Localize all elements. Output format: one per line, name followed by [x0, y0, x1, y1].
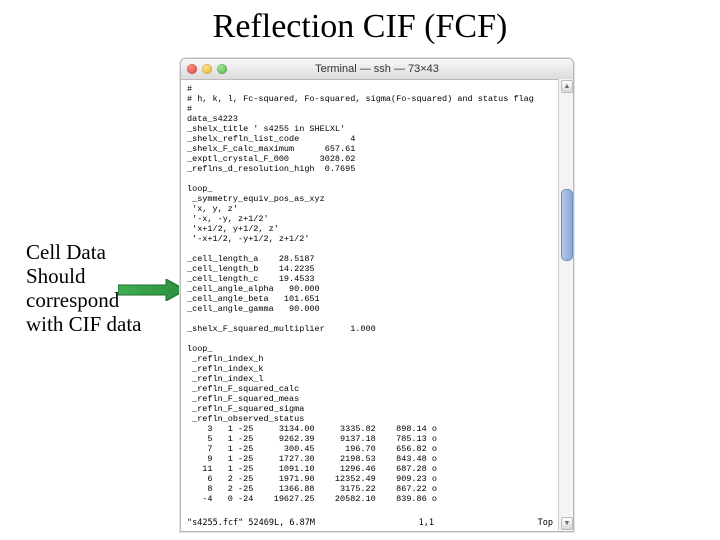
titlebar[interactable]: Terminal — ssh — 73×43 — [181, 59, 573, 80]
terminal-window: Terminal — ssh — 73×43 # # h, k, l, Fc-s… — [180, 58, 574, 532]
status-filename: "s4255.fcf" 52469L, 6.87M — [187, 518, 315, 529]
scroll-up-icon[interactable]: ▲ — [561, 80, 573, 93]
scrollbar[interactable]: ▲ ▼ — [558, 79, 573, 531]
window-title: Terminal — ssh — 73×43 — [181, 63, 573, 75]
arrow-icon — [118, 279, 188, 301]
status-position: 1,1 — [419, 518, 434, 529]
scroll-thumb[interactable] — [561, 189, 573, 261]
status-scroll: Top — [538, 518, 553, 529]
statusbar: "s4255.fcf" 52469L, 6.87M 1,1 Top — [187, 518, 553, 529]
annotation-line: Cell Data — [26, 240, 156, 264]
terminal-content[interactable]: # # h, k, l, Fc-squared, Fo-squared, sig… — [181, 80, 573, 532]
annotation-line: with CIF data — [26, 312, 156, 336]
page-title: Reflection CIF (FCF) — [0, 8, 720, 46]
slide: Reflection CIF (FCF) Cell Data Should co… — [0, 0, 720, 540]
scroll-down-icon[interactable]: ▼ — [561, 517, 573, 530]
